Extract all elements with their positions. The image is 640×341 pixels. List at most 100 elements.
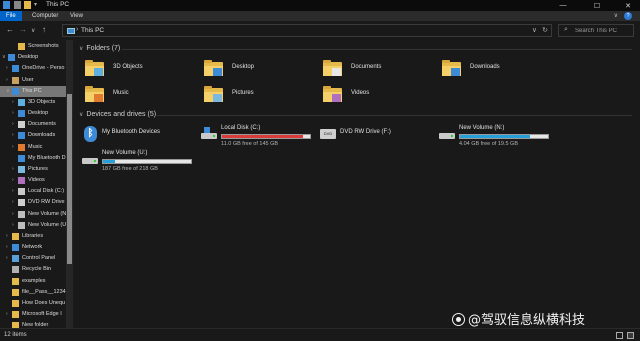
ribbon-expand-icon[interactable]: ∨	[614, 12, 618, 19]
search-input[interactable]	[575, 26, 631, 36]
close-button[interactable]: ✕	[617, 0, 639, 11]
tab-file[interactable]: File	[0, 11, 22, 21]
folder-tile[interactable]: Videos	[318, 84, 433, 112]
sidebar-item[interactable]: › Downloads	[0, 130, 66, 141]
sidebar-item[interactable]: › DVD RW Drive	[0, 197, 66, 208]
back-button[interactable]: ←	[6, 25, 14, 34]
sidebar-item[interactable]: › New Volume (N	[0, 209, 66, 220]
sidebar-item[interactable]: › Documents	[0, 119, 66, 130]
chevron-right-icon[interactable]: ›	[6, 63, 8, 74]
folder-tile[interactable]: Music	[80, 84, 195, 112]
breadcrumb-separator-icon[interactable]: ›	[76, 26, 78, 33]
content-pane: ∨ Folders (7) 3D Objects Desktop Documents D…	[75, 40, 640, 328]
folder-icon	[18, 43, 25, 50]
sidebar-item[interactable]: Screenshots	[0, 41, 66, 52]
sidebar-item[interactable]: › Control Panel	[0, 253, 66, 264]
drives-group-header[interactable]: ∨ Devices and drives (5)	[79, 111, 156, 118]
folder-tile[interactable]: Documents	[318, 58, 433, 86]
address-bar[interactable]: › This PC ∨ ↻	[62, 24, 552, 37]
chevron-right-icon[interactable]: ›	[6, 253, 8, 264]
drive-tile[interactable]: Local Disk (C:) 11.0 GB free of 145 GB	[199, 125, 317, 153]
chevron-right-icon[interactable]: ›	[12, 97, 14, 108]
sidebar-item[interactable]: › Local Disk (C:)	[0, 186, 66, 197]
drive-tile[interactable]: New Volume (N:) 4.04 GB free of 19.5 GB	[437, 125, 555, 153]
tab-view[interactable]: View	[64, 11, 89, 21]
sidebar-item[interactable]: › Pictures	[0, 164, 66, 175]
chevron-right-icon[interactable]: ›	[6, 242, 8, 253]
quick-access-dropdown-icon[interactable]: ▾	[34, 1, 40, 9]
folder-name: 3D Objects	[113, 64, 143, 70]
breadcrumb-this-pc[interactable]: This PC	[81, 27, 104, 34]
sidebar-scrollbar-thumb[interactable]	[67, 94, 72, 264]
details-view-icon[interactable]	[616, 332, 623, 339]
chevron-right-icon[interactable]: ›	[12, 209, 14, 220]
chevron-right-icon[interactable]: ›	[6, 231, 8, 242]
sidebar-item[interactable]: My Bluetooth D	[0, 153, 66, 164]
chevron-right-icon[interactable]: ›	[12, 220, 14, 231]
sidebar-scrollbar[interactable]	[66, 40, 73, 328]
sidebar-item[interactable]: › Videos	[0, 175, 66, 186]
sidebar-item-label: Libraries	[22, 232, 44, 239]
chevron-down-icon[interactable]: ∨	[79, 112, 83, 118]
sidebar-item[interactable]: › User	[0, 75, 66, 86]
address-dropdown-icon[interactable]: ∨	[532, 26, 537, 34]
this-pc-icon	[67, 28, 75, 34]
tab-computer[interactable]: Computer	[26, 11, 64, 21]
sidebar-item[interactable]: › Network	[0, 242, 66, 253]
drive-tile[interactable]: ᛒ My Bluetooth Devices	[80, 125, 198, 153]
chevron-down-icon[interactable]: ∨	[6, 86, 10, 97]
cloud-icon	[12, 65, 19, 73]
chevron-right-icon[interactable]: ›	[12, 175, 14, 186]
sidebar-item[interactable]: › OneDrive - Perso	[0, 63, 66, 74]
sidebar-item[interactable]: examples	[0, 276, 66, 287]
up-button[interactable]: ↑	[42, 25, 46, 34]
forward-button[interactable]: →	[19, 25, 27, 34]
drive-tile[interactable]: New Volume (U:) 187 GB free of 218 GB	[80, 150, 198, 178]
sidebar-item[interactable]: How Does Unequ	[0, 298, 66, 309]
documents-icon	[18, 121, 25, 129]
minimize-button[interactable]: —	[552, 0, 574, 11]
search-box[interactable]: ⌕	[558, 24, 634, 37]
sidebar-item-label: New folder	[22, 322, 49, 328]
chevron-right-icon[interactable]: ›	[12, 108, 14, 119]
folder-tile[interactable]: Pictures	[199, 84, 314, 112]
folders-group-header[interactable]: ∨ Folders (7)	[79, 45, 120, 52]
recent-locations-button[interactable]: ∨	[31, 27, 35, 34]
chevron-right-icon[interactable]: ›	[12, 119, 14, 130]
sidebar-item[interactable]: › Microsoft Edge I	[0, 309, 66, 320]
maximize-button[interactable]: ☐	[586, 0, 608, 11]
chevron-right-icon[interactable]: ›	[12, 197, 14, 208]
chevron-right-icon[interactable]: ›	[6, 75, 8, 86]
network-icon	[12, 244, 19, 252]
large-icons-view-icon[interactable]	[627, 332, 634, 339]
folders-group-title: Folders (7)	[86, 45, 121, 52]
chevron-down-icon[interactable]: ∨	[2, 52, 6, 63]
sidebar-item[interactable]: file__Pass__1234	[0, 287, 66, 298]
sidebar-item[interactable]: › Desktop	[0, 108, 66, 119]
sidebar-item[interactable]: ∨ This PC	[0, 85, 66, 97]
folder-tile[interactable]: Desktop	[199, 58, 314, 86]
chevron-right-icon[interactable]: ›	[12, 142, 14, 153]
folder-icon	[12, 277, 19, 285]
sidebar-item[interactable]: › 3D Objects	[0, 97, 66, 108]
sidebar-item[interactable]: › New Volume (U	[0, 220, 66, 231]
chevron-down-icon[interactable]: ∨	[79, 46, 83, 52]
sidebar-item[interactable]: Recycle Bin	[0, 264, 66, 275]
new-folder-quick-icon[interactable]	[24, 1, 31, 9]
explorer-app-icon[interactable]	[3, 1, 10, 9]
chevron-right-icon[interactable]: ›	[12, 130, 14, 141]
help-icon[interactable]: ?	[624, 12, 632, 20]
sidebar-item[interactable]: › Music	[0, 142, 66, 153]
sidebar-item[interactable]: New folder	[0, 320, 66, 328]
sidebar-item[interactable]: ∨ Desktop	[0, 52, 66, 63]
sidebar-item[interactable]: › Libraries	[0, 231, 66, 242]
folder-tile[interactable]: 3D Objects	[80, 58, 195, 86]
drive-tile[interactable]: DVD DVD RW Drive (F:)	[318, 125, 436, 153]
properties-quick-icon[interactable]	[14, 1, 21, 9]
refresh-icon[interactable]: ↻	[542, 26, 548, 34]
chevron-right-icon[interactable]: ›	[12, 186, 14, 197]
drive-icon	[18, 210, 25, 218]
chevron-right-icon[interactable]: ›	[12, 164, 14, 175]
folder-tile[interactable]: Downloads	[437, 58, 552, 86]
chevron-right-icon[interactable]: ›	[6, 309, 8, 320]
